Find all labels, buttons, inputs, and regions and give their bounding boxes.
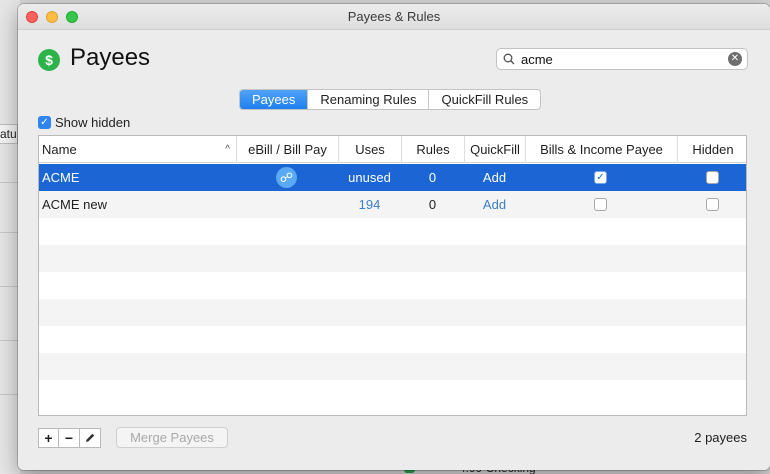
- window-content: $ Payees ✕ Payees Renaming Rules QuickFi…: [18, 31, 770, 470]
- column-header-name[interactable]: Name ^: [39, 136, 236, 163]
- tab-renaming-rules[interactable]: Renaming Rules: [307, 90, 428, 109]
- column-header-bills-income[interactable]: Bills & Income Payee: [525, 136, 677, 163]
- add-payee-button[interactable]: +: [38, 428, 59, 448]
- empty-row: [39, 272, 746, 299]
- column-header-uses[interactable]: Uses: [338, 136, 401, 163]
- rules-value: 0: [428, 197, 437, 212]
- remove-payee-button[interactable]: −: [59, 428, 80, 448]
- clear-search-icon[interactable]: ✕: [728, 52, 742, 66]
- quickfill-add-link[interactable]: Add: [464, 191, 525, 218]
- search-input[interactable]: [521, 50, 721, 68]
- background-app-strip: [0, 0, 20, 474]
- column-header-ebill[interactable]: eBill / Bill Pay: [236, 136, 338, 163]
- edit-button-group: + −: [38, 428, 101, 448]
- payees-table: Name ^ eBill / Bill Pay Uses Rules Quick…: [38, 135, 747, 416]
- merge-payees-button[interactable]: Merge Payees: [116, 427, 228, 448]
- payee-count: 2 payees: [694, 430, 747, 445]
- background-divider: [0, 340, 18, 341]
- tab-quickfill-rules[interactable]: QuickFill Rules: [428, 90, 540, 109]
- view-segmented-control: Payees Renaming Rules QuickFill Rules: [239, 89, 542, 110]
- show-hidden-label: Show hidden: [55, 115, 131, 130]
- background-divider: [0, 232, 18, 233]
- empty-row: [39, 299, 746, 326]
- search-field[interactable]: ✕: [496, 48, 748, 70]
- show-hidden-toggle[interactable]: ✓ Show hidden: [38, 115, 130, 130]
- table-row[interactable]: ACME ☍ unused 0 Add ✓: [39, 164, 746, 191]
- uses-value-link[interactable]: 194: [338, 191, 401, 218]
- table-row[interactable]: ACME new 194 0 Add: [39, 191, 746, 218]
- search-icon: [503, 53, 515, 65]
- column-header-rules[interactable]: Rules: [401, 136, 464, 163]
- window-title: Payees & Rules: [347, 9, 441, 24]
- rules-value: 0: [428, 170, 437, 185]
- background-divider: [0, 182, 18, 183]
- background-divider: [0, 286, 18, 287]
- show-hidden-checkbox[interactable]: ✓: [38, 116, 51, 129]
- background-divider: [0, 394, 18, 395]
- column-header-hidden[interactable]: Hidden: [677, 136, 746, 163]
- empty-row: [39, 326, 746, 353]
- page-title: Payees: [70, 44, 151, 71]
- uses-value: unused: [348, 170, 391, 185]
- hidden-checkbox[interactable]: [706, 198, 719, 211]
- hidden-checkbox[interactable]: [706, 171, 719, 184]
- dollar-circle-icon: $: [38, 49, 60, 71]
- column-header-label: Name: [42, 142, 77, 157]
- sort-ascending-icon: ^: [225, 144, 230, 155]
- column-header-quickfill[interactable]: QuickFill: [464, 136, 525, 163]
- payees-rules-window: Payees & Rules $ Payees ✕ Payees Renamin…: [18, 4, 770, 470]
- payee-name: ACME: [42, 170, 80, 185]
- bills-income-checkbox[interactable]: ✓: [594, 171, 607, 184]
- background-tab: atu: [0, 124, 18, 144]
- table-header: Name ^ eBill / Bill Pay Uses Rules Quick…: [39, 136, 746, 163]
- empty-row: [39, 245, 746, 272]
- empty-row: [39, 380, 746, 407]
- empty-row: [39, 353, 746, 380]
- tab-payees[interactable]: Payees: [240, 90, 308, 109]
- pencil-icon: [86, 433, 95, 442]
- ebill-link-icon[interactable]: ☍: [276, 167, 297, 188]
- payee-name: ACME new: [42, 197, 108, 212]
- edit-payee-button[interactable]: [80, 428, 101, 448]
- bills-income-checkbox[interactable]: [594, 198, 607, 211]
- title-bar: Payees & Rules: [18, 4, 770, 30]
- empty-row: [39, 218, 746, 245]
- quickfill-add-link[interactable]: Add: [464, 164, 525, 191]
